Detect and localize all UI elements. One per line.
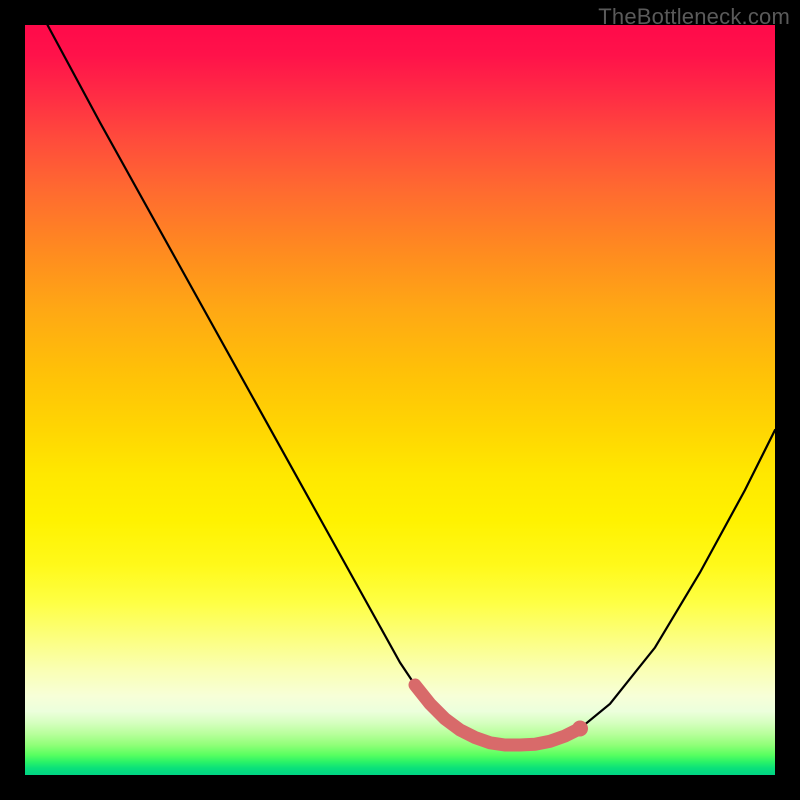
plot-area	[25, 25, 775, 775]
watermark-text: TheBottleneck.com	[598, 4, 790, 30]
highlight-band	[415, 685, 580, 745]
curve-layer	[25, 25, 775, 775]
bottleneck-curve	[48, 25, 776, 745]
chart-frame: TheBottleneck.com	[0, 0, 800, 800]
highlight-end-dot	[572, 721, 588, 737]
